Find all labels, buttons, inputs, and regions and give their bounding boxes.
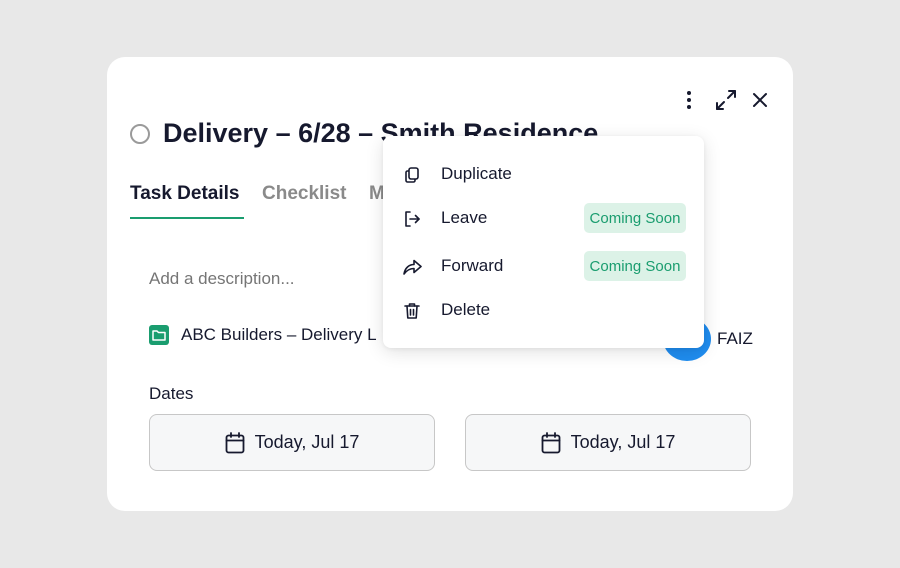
menu-item-delete[interactable]: Delete: [383, 290, 704, 330]
close-icon: [753, 93, 767, 107]
dates-label: Dates: [149, 384, 194, 403]
more-options-menu: Duplicate Leave Coming Soon Forward Comi…: [383, 136, 704, 348]
menu-item-leave[interactable]: Leave Coming Soon: [383, 198, 704, 238]
close-button[interactable]: [748, 87, 772, 113]
calendar-icon: [225, 431, 245, 453]
menu-item-label: Forward: [441, 256, 504, 275]
calendar-icon: [541, 431, 561, 453]
assignee-name: FAIZ: [717, 329, 753, 348]
forward-arrow-icon: [401, 256, 423, 278]
project-name: ABC Builders – Delivery L: [181, 325, 377, 344]
end-date-button[interactable]: Today, Jul 17: [465, 414, 751, 471]
more-options-button[interactable]: [677, 87, 701, 113]
expand-button[interactable]: [713, 87, 739, 113]
coming-soon-badge: Coming Soon: [584, 251, 686, 281]
active-tab-indicator: [130, 217, 244, 219]
trash-icon: [401, 300, 423, 322]
project-link[interactable]: ABC Builders – Delivery L: [149, 325, 377, 345]
menu-item-label: Leave: [441, 208, 488, 227]
exit-icon: [401, 208, 423, 230]
more-vertical-icon: [687, 91, 691, 109]
task-complete-toggle[interactable]: [130, 124, 150, 144]
start-date-text: Today, Jul 17: [254, 432, 360, 452]
end-date-text: Today, Jul 17: [570, 432, 676, 452]
menu-item-forward[interactable]: Forward Coming Soon: [383, 246, 704, 286]
expand-icon: [716, 90, 736, 110]
folder-icon: [149, 325, 169, 345]
start-date-button[interactable]: Today, Jul 17: [149, 414, 435, 471]
coming-soon-badge: Coming Soon: [584, 203, 686, 233]
tab-checklist[interactable]: Checklist: [262, 183, 346, 205]
menu-item-duplicate[interactable]: Duplicate: [383, 154, 704, 194]
tab-task-details[interactable]: Task Details: [130, 183, 239, 205]
menu-item-label: Delete: [441, 300, 491, 319]
copy-icon: [401, 164, 423, 186]
menu-item-label: Duplicate: [441, 164, 512, 183]
